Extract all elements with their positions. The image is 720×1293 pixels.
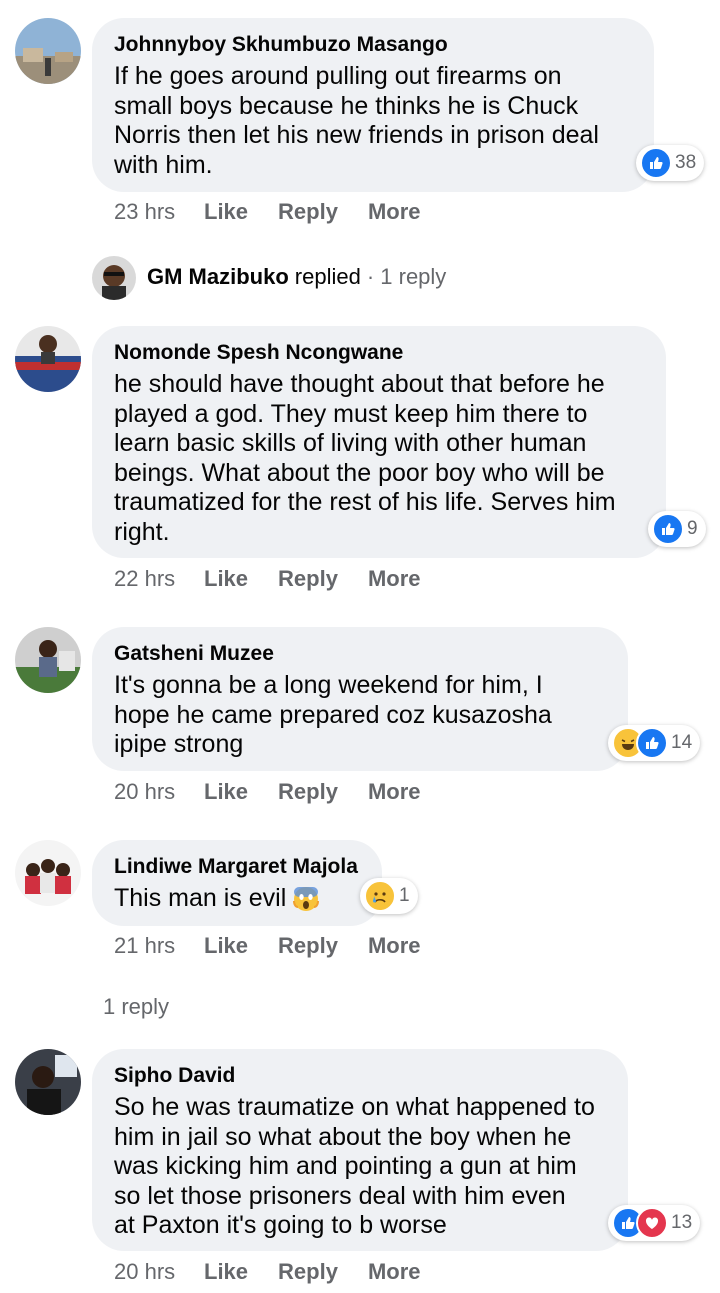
reaction-count: 9 [687,518,698,539]
comment-bubble: Johnnyboy Skhumbuzo Masango If he goes a… [92,18,654,192]
reply-verb: replied [294,264,361,289]
reaction-count: 14 [671,732,693,753]
more-button[interactable]: More [368,199,421,225]
comment-time[interactable]: 23 hrs [114,199,204,225]
more-button[interactable]: More [368,566,421,592]
reaction-summary[interactable]: 9 [648,511,706,547]
reply-button[interactable]: Reply [278,566,338,592]
comment-author[interactable]: Johnnyboy Skhumbuzo Masango [114,32,632,58]
more-button[interactable]: More [368,1259,421,1285]
comment-bubble: Sipho David So he was traumatize on what… [92,1049,628,1251]
more-button[interactable]: More [368,779,421,805]
reply-avatar[interactable] [92,256,136,300]
comment-author[interactable]: Lindiwe Margaret Majola [114,854,360,880]
reaction-summary[interactable]: 1 [360,878,418,914]
avatar[interactable] [15,18,81,84]
comment-time[interactable]: 20 hrs [114,1259,204,1285]
comment-actions: 20 hrs Like Reply More [114,1259,451,1285]
like-icon [640,147,672,179]
reply-count[interactable]: · 1 reply [367,264,446,290]
comment-author[interactable]: Gatsheni Muzee [114,641,606,667]
more-button[interactable]: More [368,933,421,959]
sad-icon [364,880,396,912]
comment-actions: 22 hrs Like Reply More [114,566,451,592]
reaction-count: 13 [671,1212,693,1233]
avatar[interactable] [15,1049,81,1115]
like-icon [636,727,668,759]
reaction-summary[interactable]: 38 [636,145,705,181]
comment-text: This man is evil [114,884,360,914]
avatar[interactable] [15,627,81,693]
scream-emoji-icon [292,885,320,913]
comment-bubble: Lindiwe Margaret Majola This man is evil [92,840,382,926]
reply-button[interactable]: Reply [278,199,338,225]
reply-button[interactable]: Reply [278,933,338,959]
comment-time[interactable]: 22 hrs [114,566,204,592]
reply-button[interactable]: Reply [278,1259,338,1285]
reaction-count: 38 [675,152,697,173]
comment-actions: 21 hrs Like Reply More [114,933,451,959]
reaction-count: 1 [399,885,410,906]
comment-time[interactable]: 20 hrs [114,779,204,805]
reply-preview[interactable]: GM Mazibuko replied · 1 reply [147,264,446,290]
comment-author[interactable]: Nomonde Spesh Ncongwane [114,340,644,366]
comment-text-content: This man is evil [114,884,287,912]
comment-actions: 20 hrs Like Reply More [114,779,451,805]
comment-time[interactable]: 21 hrs [114,933,204,959]
avatar[interactable] [15,840,81,906]
reply-author[interactable]: GM Mazibuko [147,264,289,290]
comment-text: So he was traumatize on what happened to… [114,1093,595,1239]
view-replies-link[interactable]: 1 reply [103,994,169,1020]
like-button[interactable]: Like [204,779,248,805]
like-button[interactable]: Like [204,566,248,592]
comment-text: If he goes around pulling out firearms o… [114,62,599,179]
reply-button[interactable]: Reply [278,779,338,805]
reaction-summary[interactable]: 13 [608,1205,701,1241]
reaction-summary[interactable]: 14 [608,725,701,761]
like-button[interactable]: Like [204,199,248,225]
like-button[interactable]: Like [204,1259,248,1285]
like-icon [652,513,684,545]
avatar[interactable] [15,326,81,392]
comment-bubble: Gatsheni Muzee It's gonna be a long week… [92,627,628,771]
comment-text: It's gonna be a long weekend for him, I … [114,671,552,758]
like-button[interactable]: Like [204,933,248,959]
comment-bubble: Nomonde Spesh Ncongwane he should have t… [92,326,666,558]
comment-actions: 23 hrs Like Reply More [114,199,451,225]
love-icon [636,1207,668,1239]
comment-text: he should have thought about that before… [114,370,616,546]
comment-author[interactable]: Sipho David [114,1063,606,1089]
